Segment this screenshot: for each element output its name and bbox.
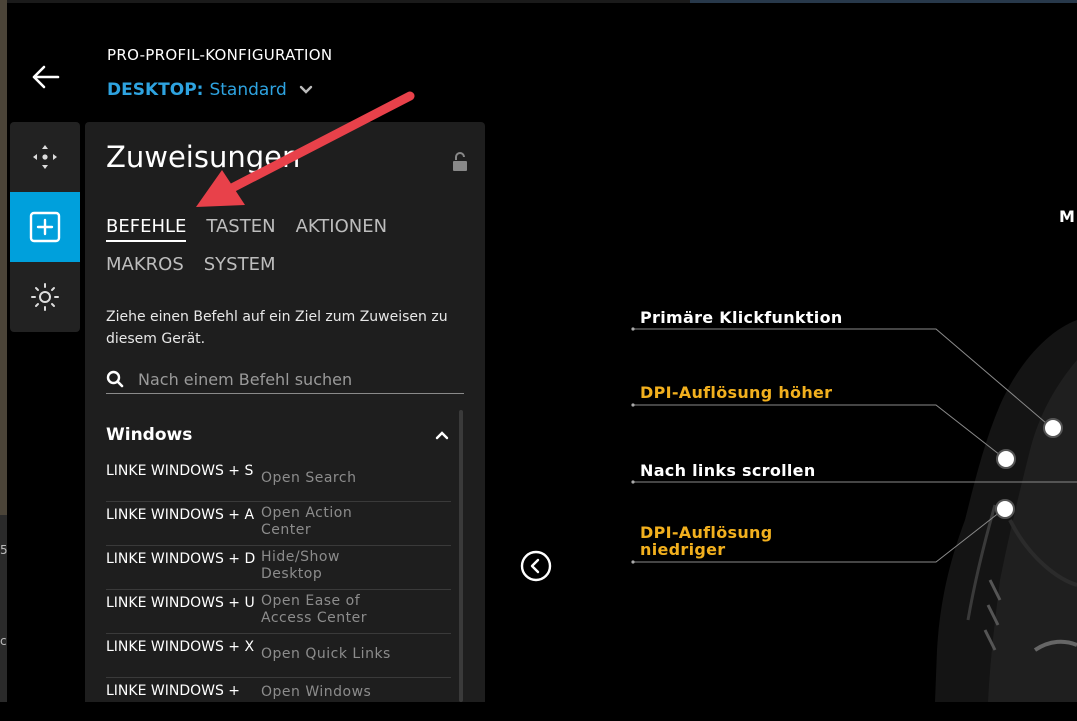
annotation-arrow-icon — [196, 91, 415, 207]
